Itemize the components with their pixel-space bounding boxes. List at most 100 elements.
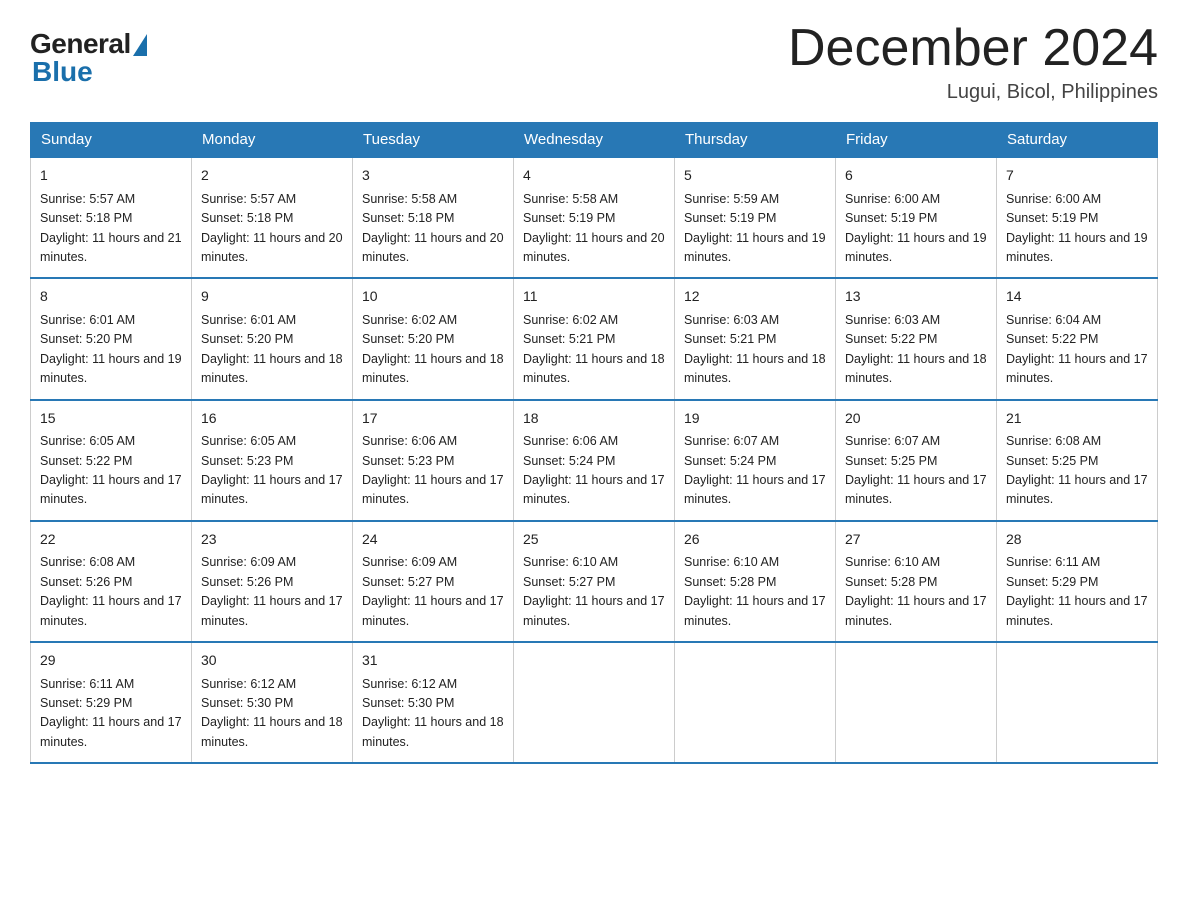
day-number: 16 [201,408,343,430]
day-info: Sunrise: 6:10 AMSunset: 5:28 PMDaylight:… [845,553,987,631]
day-number: 10 [362,286,504,308]
day-info: Sunrise: 6:02 AMSunset: 5:21 PMDaylight:… [523,311,665,389]
day-number: 1 [40,165,182,187]
day-info: Sunrise: 6:09 AMSunset: 5:26 PMDaylight:… [201,553,343,631]
day-number: 28 [1006,529,1148,551]
day-info: Sunrise: 5:58 AMSunset: 5:18 PMDaylight:… [362,190,504,268]
calendar-cell: 24Sunrise: 6:09 AMSunset: 5:27 PMDayligh… [353,521,514,642]
day-info: Sunrise: 6:11 AMSunset: 5:29 PMDaylight:… [1006,553,1148,631]
calendar-cell: 26Sunrise: 6:10 AMSunset: 5:28 PMDayligh… [675,521,836,642]
calendar-cell: 11 Sunrise: 6:02 AMSunset: 5:21 PMDayligh… [514,278,675,399]
day-info: Sunrise: 5:59 AMSunset: 5:19 PMDaylight:… [684,190,826,268]
day-info: Sunrise: 6:07 AMSunset: 5:24 PMDaylight:… [684,432,826,510]
day-number: 23 [201,529,343,551]
calendar-cell: 6Sunrise: 6:00 AMSunset: 5:19 PMDaylight… [836,157,997,278]
day-number: 8 [40,286,182,308]
day-info: Sunrise: 6:08 AMSunset: 5:26 PMDaylight:… [40,553,182,631]
calendar-table: SundayMondayTuesdayWednesdayThursdayFrid… [30,122,1158,764]
day-number: 14 [1006,286,1148,308]
day-info: Sunrise: 6:09 AMSunset: 5:27 PMDaylight:… [362,553,504,631]
week-row-3: 15Sunrise: 6:05 AMSunset: 5:22 PMDayligh… [31,400,1158,521]
calendar-cell: 16Sunrise: 6:05 AMSunset: 5:23 PMDayligh… [192,400,353,521]
calendar-cell [675,642,836,763]
day-number: 9 [201,286,343,308]
day-info: Sunrise: 6:01 AMSunset: 5:20 PMDaylight:… [40,311,182,389]
week-row-1: 1 Sunrise: 5:57 AMSunset: 5:18 PMDaylight… [31,157,1158,278]
week-row-2: 8 Sunrise: 6:01 AMSunset: 5:20 PMDaylight… [31,278,1158,399]
day-info: Sunrise: 6:06 AMSunset: 5:24 PMDaylight:… [523,432,665,510]
logo: General Blue [30,20,147,88]
day-info: Sunrise: 6:00 AMSunset: 5:19 PMDaylight:… [1006,190,1148,268]
day-number: 4 [523,165,665,187]
calendar-cell: 19Sunrise: 6:07 AMSunset: 5:24 PMDayligh… [675,400,836,521]
calendar-cell: 29Sunrise: 6:11 AMSunset: 5:29 PMDayligh… [31,642,192,763]
calendar-cell: 5Sunrise: 5:59 AMSunset: 5:19 PMDaylight… [675,157,836,278]
weekday-header-monday: Monday [192,123,353,158]
calendar-cell: 14Sunrise: 6:04 AMSunset: 5:22 PMDayligh… [997,278,1158,399]
calendar-cell: 2Sunrise: 5:57 AMSunset: 5:18 PMDaylight… [192,157,353,278]
day-info: Sunrise: 5:57 AMSunset: 5:18 PMDaylight:… [40,190,182,268]
calendar-cell [997,642,1158,763]
month-year-title: December 2024 [788,20,1158,77]
calendar-cell: 23Sunrise: 6:09 AMSunset: 5:26 PMDayligh… [192,521,353,642]
day-info: Sunrise: 6:03 AMSunset: 5:22 PMDaylight:… [845,311,987,389]
logo-blue-text: Blue [32,56,93,88]
day-info: Sunrise: 6:11 AMSunset: 5:29 PMDaylight:… [40,675,182,753]
calendar-cell: 7 Sunrise: 6:00 AMSunset: 5:19 PMDaylight… [997,157,1158,278]
weekday-header-tuesday: Tuesday [353,123,514,158]
weekday-header-saturday: Saturday [997,123,1158,158]
calendar-cell: 27Sunrise: 6:10 AMSunset: 5:28 PMDayligh… [836,521,997,642]
day-number: 22 [40,529,182,551]
day-number: 7 [1006,165,1148,187]
day-number: 27 [845,529,987,551]
calendar-cell: 12 Sunrise: 6:03 AMSunset: 5:21 PMDayligh… [675,278,836,399]
week-row-4: 22Sunrise: 6:08 AMSunset: 5:26 PMDayligh… [31,521,1158,642]
calendar-cell: 1 Sunrise: 5:57 AMSunset: 5:18 PMDaylight… [31,157,192,278]
week-row-5: 29Sunrise: 6:11 AMSunset: 5:29 PMDayligh… [31,642,1158,763]
day-info: Sunrise: 6:07 AMSunset: 5:25 PMDaylight:… [845,432,987,510]
calendar-cell: 3 Sunrise: 5:58 AMSunset: 5:18 PMDaylight… [353,157,514,278]
calendar-cell: 31 Sunrise: 6:12 AMSunset: 5:30 PMDayligh… [353,642,514,763]
day-info: Sunrise: 6:05 AMSunset: 5:22 PMDaylight:… [40,432,182,510]
calendar-cell: 8 Sunrise: 6:01 AMSunset: 5:20 PMDaylight… [31,278,192,399]
day-number: 20 [845,408,987,430]
day-number: 30 [201,650,343,672]
day-number: 15 [40,408,182,430]
day-info: Sunrise: 5:58 AMSunset: 5:19 PMDaylight:… [523,190,665,268]
calendar-cell: 20Sunrise: 6:07 AMSunset: 5:25 PMDayligh… [836,400,997,521]
day-number: 18 [523,408,665,430]
day-number: 12 [684,286,826,308]
weekday-header-friday: Friday [836,123,997,158]
calendar-cell: 30 Sunrise: 6:12 AMSunset: 5:30 PMDayligh… [192,642,353,763]
day-info: Sunrise: 6:01 AMSunset: 5:20 PMDaylight:… [201,311,343,389]
weekday-header-wednesday: Wednesday [514,123,675,158]
calendar-cell: 13Sunrise: 6:03 AMSunset: 5:22 PMDayligh… [836,278,997,399]
day-info: Sunrise: 6:05 AMSunset: 5:23 PMDaylight:… [201,432,343,510]
day-info: Sunrise: 6:00 AMSunset: 5:19 PMDaylight:… [845,190,987,268]
logo-triangle-icon [133,34,147,56]
day-info: Sunrise: 6:08 AMSunset: 5:25 PMDaylight:… [1006,432,1148,510]
day-number: 3 [362,165,504,187]
day-number: 21 [1006,408,1148,430]
day-number: 26 [684,529,826,551]
day-info: Sunrise: 6:12 AMSunset: 5:30 PMDaylight:… [201,675,343,753]
day-number: 31 [362,650,504,672]
calendar-cell [514,642,675,763]
weekday-header-sunday: Sunday [31,123,192,158]
day-info: Sunrise: 6:02 AMSunset: 5:20 PMDaylight:… [362,311,504,389]
page-header: General Blue December 2024 Lugui, Bicol,… [30,20,1158,104]
day-info: Sunrise: 6:03 AMSunset: 5:21 PMDaylight:… [684,311,826,389]
day-number: 25 [523,529,665,551]
day-number: 19 [684,408,826,430]
calendar-cell: 21Sunrise: 6:08 AMSunset: 5:25 PMDayligh… [997,400,1158,521]
day-number: 11 [523,286,665,308]
title-block: December 2024 Lugui, Bicol, Philippines [788,20,1158,104]
weekday-header-thursday: Thursday [675,123,836,158]
day-info: Sunrise: 6:10 AMSunset: 5:27 PMDaylight:… [523,553,665,631]
day-info: Sunrise: 6:10 AMSunset: 5:28 PMDaylight:… [684,553,826,631]
calendar-cell: 17Sunrise: 6:06 AMSunset: 5:23 PMDayligh… [353,400,514,521]
calendar-cell [836,642,997,763]
day-info: Sunrise: 6:12 AMSunset: 5:30 PMDaylight:… [362,675,504,753]
day-number: 2 [201,165,343,187]
location-subtitle: Lugui, Bicol, Philippines [788,81,1158,104]
